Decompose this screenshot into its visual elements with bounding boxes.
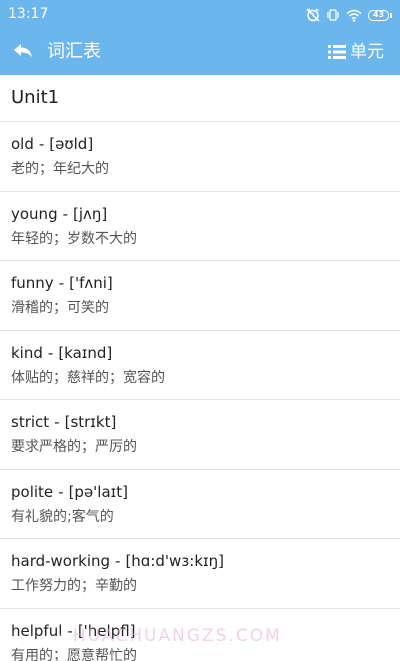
- word-meaning: 体贴的；慈祥的；宽容的: [11, 369, 165, 386]
- word-row[interactable]: old - [əʊld] 老的；年纪大的: [0, 122, 400, 192]
- word-phonetic: [hɑ:d'wɜ:kɪŋ]: [125, 552, 224, 570]
- word-separator: -: [38, 135, 45, 153]
- word-row[interactable]: funny - ['fʌni] 滑稽的；可笑的: [0, 261, 400, 331]
- word-list: old - [əʊld] 老的；年纪大的 young - [jʌŋ] 年轻的；岁数不大的…: [0, 122, 400, 661]
- word-phonetic: [strɪkt]: [64, 413, 117, 431]
- word-text: hard-working: [11, 552, 111, 570]
- word-row[interactable]: kind - [kaɪnd] 体贴的；慈祥的；宽容的: [0, 331, 400, 400]
- word-line: kind - [kaɪnd]: [11, 343, 112, 363]
- word-phonetic: ['helpfl]: [77, 621, 136, 640]
- unit-button-label: 单元: [350, 42, 384, 62]
- word-text: strict: [11, 413, 50, 431]
- word-phonetic: [kaɪnd]: [58, 343, 113, 362]
- word-phonetic: ['fʌni]: [69, 274, 113, 292]
- word-row[interactable]: hard-working - [hɑ:d'wɜ:kɪŋ] 工作努力的；辛勤的: [0, 539, 400, 609]
- word-line: hard-working - [hɑ:d'wɜ:kɪŋ]: [11, 551, 224, 571]
- word-phonetic: [əʊld]: [49, 135, 94, 153]
- word-line: helpful - ['helpfl]: [11, 621, 136, 641]
- back-button[interactable]: [8, 38, 38, 66]
- word-phonetic: [jʌŋ]: [73, 204, 108, 223]
- word-meaning: 有用的；愿意帮忙的: [11, 647, 137, 661]
- word-meaning: 工作努力的；辛勤的: [11, 578, 137, 594]
- page-title: 词汇表: [47, 41, 101, 62]
- word-text: funny: [11, 274, 54, 292]
- word-meaning: 要求严格的；严厉的: [11, 439, 137, 455]
- word-meaning: 年轻的；岁数不大的: [11, 230, 137, 247]
- battery-level: 43: [368, 9, 389, 21]
- word-text: helpful: [11, 621, 63, 640]
- word-text: young: [11, 204, 58, 223]
- word-text: polite: [11, 482, 54, 501]
- word-meaning: 老的；年纪大的: [11, 161, 109, 177]
- word-row[interactable]: helpful - ['helpfl] 有用的；愿意帮忙的: [0, 609, 400, 661]
- wifi-icon: [346, 9, 362, 22]
- word-line: young - [jʌŋ]: [11, 204, 107, 224]
- battery-icon: 43: [368, 9, 392, 21]
- list-icon: [328, 45, 346, 59]
- alarm-icon: [306, 8, 320, 22]
- word-separator: -: [62, 204, 69, 223]
- status-bar: 13:17 43: [0, 0, 400, 30]
- status-time: 13:17: [8, 6, 49, 22]
- word-phonetic: [pə'laɪt]: [68, 482, 128, 501]
- word-separator: -: [115, 552, 121, 570]
- screen: 13:17 43 词汇表 单元 Unit1 old - [əʊld] 老的；年纪…: [0, 0, 400, 661]
- section-header: Unit1: [0, 75, 400, 122]
- word-line: polite - [pə'laɪt]: [11, 482, 128, 502]
- app-bar: 词汇表 单元: [0, 30, 400, 75]
- word-separator: -: [47, 343, 54, 362]
- word-separator: -: [58, 482, 64, 501]
- word-separator: -: [58, 274, 65, 292]
- word-separator: -: [54, 413, 60, 431]
- word-separator: -: [67, 621, 73, 640]
- word-row[interactable]: young - [jʌŋ] 年轻的；岁数不大的: [0, 192, 400, 261]
- word-line: old - [əʊld]: [11, 134, 93, 154]
- word-meaning: 滑稽的；可笑的: [11, 300, 109, 316]
- word-line: funny - ['fʌni]: [11, 273, 113, 293]
- back-arrow-icon: [14, 44, 32, 57]
- word-row[interactable]: strict - [strɪkt] 要求严格的；严厉的: [0, 400, 400, 470]
- word-text: old: [11, 135, 34, 153]
- section-title: Unit1: [11, 87, 60, 108]
- word-line: strict - [strɪkt]: [11, 412, 116, 432]
- word-meaning: 有礼貌的;客气的: [11, 508, 114, 525]
- word-text: kind: [11, 343, 43, 362]
- unit-button[interactable]: 单元: [328, 39, 384, 65]
- word-row[interactable]: polite - [pə'laɪt] 有礼貌的;客气的: [0, 470, 400, 539]
- status-icons: 43: [306, 6, 392, 24]
- vibrate-icon: [326, 8, 340, 22]
